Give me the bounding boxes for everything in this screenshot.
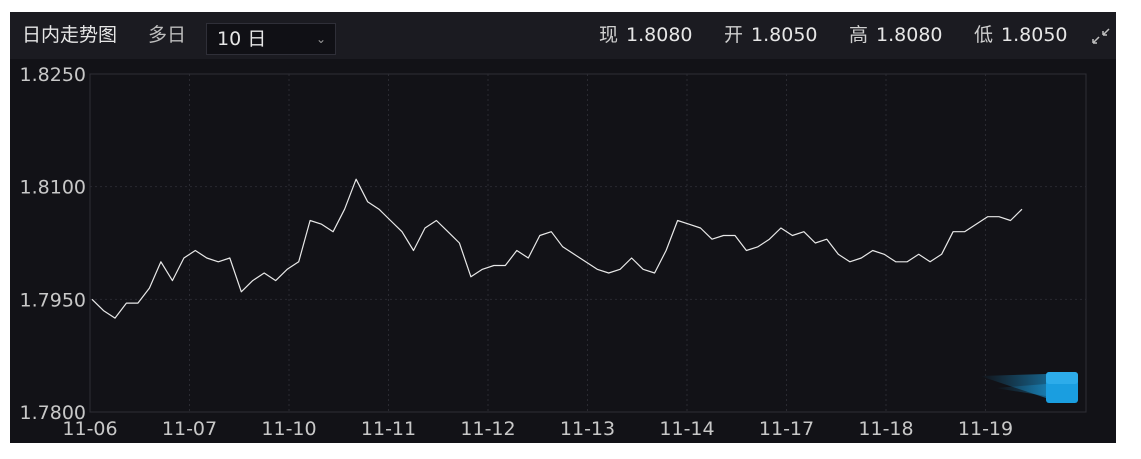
series-line [91,178,1023,319]
watermark-logo-icon [980,372,1078,403]
y-axis: 1.82501.81001.79501.7800 [20,64,86,424]
x-tick-label: 11-07 [162,418,217,440]
y-tick-label: 1.7950 [20,289,86,311]
x-tick-label: 11-18 [858,418,913,440]
x-tick-label: 11-06 [62,418,117,440]
y-tick-label: 1.8250 [20,64,86,86]
x-tick-label: 11-10 [261,418,316,440]
x-tick-label: 11-13 [560,418,615,440]
x-axis: 11-06 11-07 11-10 11-11 11-12 11-13 11-14 11-17… [62,418,1013,440]
x-tick-label: 11-17 [759,418,814,440]
x-tick-label: 11-14 [659,418,714,440]
price-series [91,178,1023,319]
y-tick-label: 1.8100 [20,177,86,199]
x-tick-label: 11-12 [460,418,515,440]
intraday-line-chart: 1.82501.81001.79501.7800 11-06 11-07 11-10… [20,64,1087,440]
x-tick-label: 11-11 [361,418,416,440]
x-tick-label: 11-19 [958,418,1013,440]
chart-grid [89,73,1086,413]
